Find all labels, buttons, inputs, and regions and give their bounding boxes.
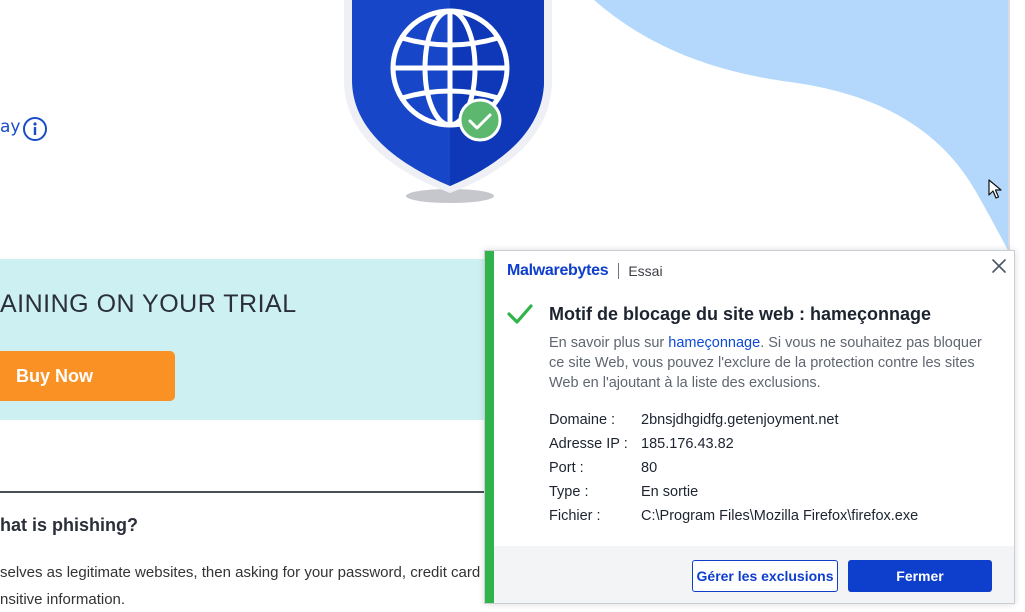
- detail-value: 185.176.43.82: [641, 436, 734, 452]
- detail-value: C:\Program Files\Mozilla Firefox\firefox…: [641, 508, 919, 524]
- close-button[interactable]: Fermer: [848, 560, 992, 592]
- detail-label: Domaine :: [549, 412, 616, 428]
- detail-row-file: Fichier : C:\Program Files\Mozilla Firef…: [549, 504, 918, 528]
- detail-row-type: Type : En sortie: [549, 480, 918, 504]
- section-divider: [0, 491, 484, 493]
- faq-answer-line: selves as legitimate websites, then aski…: [0, 564, 481, 581]
- info-icon[interactable]: [22, 116, 48, 142]
- block-details: Domaine : 2bnsjdhgidfg.getenjoyment.net …: [549, 408, 918, 528]
- detail-value: En sortie: [641, 484, 699, 500]
- popup-title: Motif de blocage du site web : hameçonna…: [549, 304, 932, 324]
- detail-label: Type :: [549, 484, 589, 500]
- close-icon[interactable]: [991, 258, 1007, 274]
- popup-header: Malwarebytes Essai: [507, 261, 663, 281]
- header-separator: [618, 263, 620, 279]
- detail-value: 2bnsjdhgidfg.getenjoyment.net: [641, 412, 839, 428]
- faq-question: hat is phishing?: [0, 515, 138, 535]
- description-prefix: En savoir plus sur: [549, 335, 669, 351]
- detail-row-port: Port : 80: [549, 456, 918, 480]
- trial-remaining-text: AINING ON YOUR TRIAL: [0, 290, 297, 318]
- phishing-learn-more-link[interactable]: hameçonnage: [668, 335, 760, 351]
- buy-now-button[interactable]: Buy Now: [0, 351, 175, 401]
- brand-logo: Malwarebytes: [507, 262, 609, 279]
- cursor-icon: [988, 179, 1002, 199]
- detail-row-ip: Adresse IP : 185.176.43.82: [549, 432, 918, 456]
- shield-illustration: [338, 0, 558, 210]
- detail-label: Port :: [549, 460, 584, 476]
- checkmark-badge-icon: [458, 98, 502, 142]
- partial-link-text[interactable]: ay: [0, 117, 20, 137]
- detail-label: Fichier :: [549, 508, 601, 524]
- popup-description: En savoir plus sur hameçonnage. Si vous …: [549, 333, 999, 393]
- faq-answer-line: nsitive information.: [0, 591, 126, 608]
- edition-label: Essai: [628, 263, 663, 279]
- check-icon: [507, 304, 533, 324]
- status-accent-bar: [485, 251, 494, 603]
- detail-value: 80: [641, 460, 658, 476]
- scrollbar[interactable]: [1008, 0, 1010, 250]
- detail-row-domain: Domaine : 2bnsjdhgidfg.getenjoyment.net: [549, 408, 918, 432]
- block-notification-popup: Malwarebytes Essai Motif de blocage du s…: [484, 250, 1015, 604]
- detail-label: Adresse IP :: [549, 436, 628, 452]
- manage-exclusions-button[interactable]: Gérer les exclusions: [692, 560, 838, 592]
